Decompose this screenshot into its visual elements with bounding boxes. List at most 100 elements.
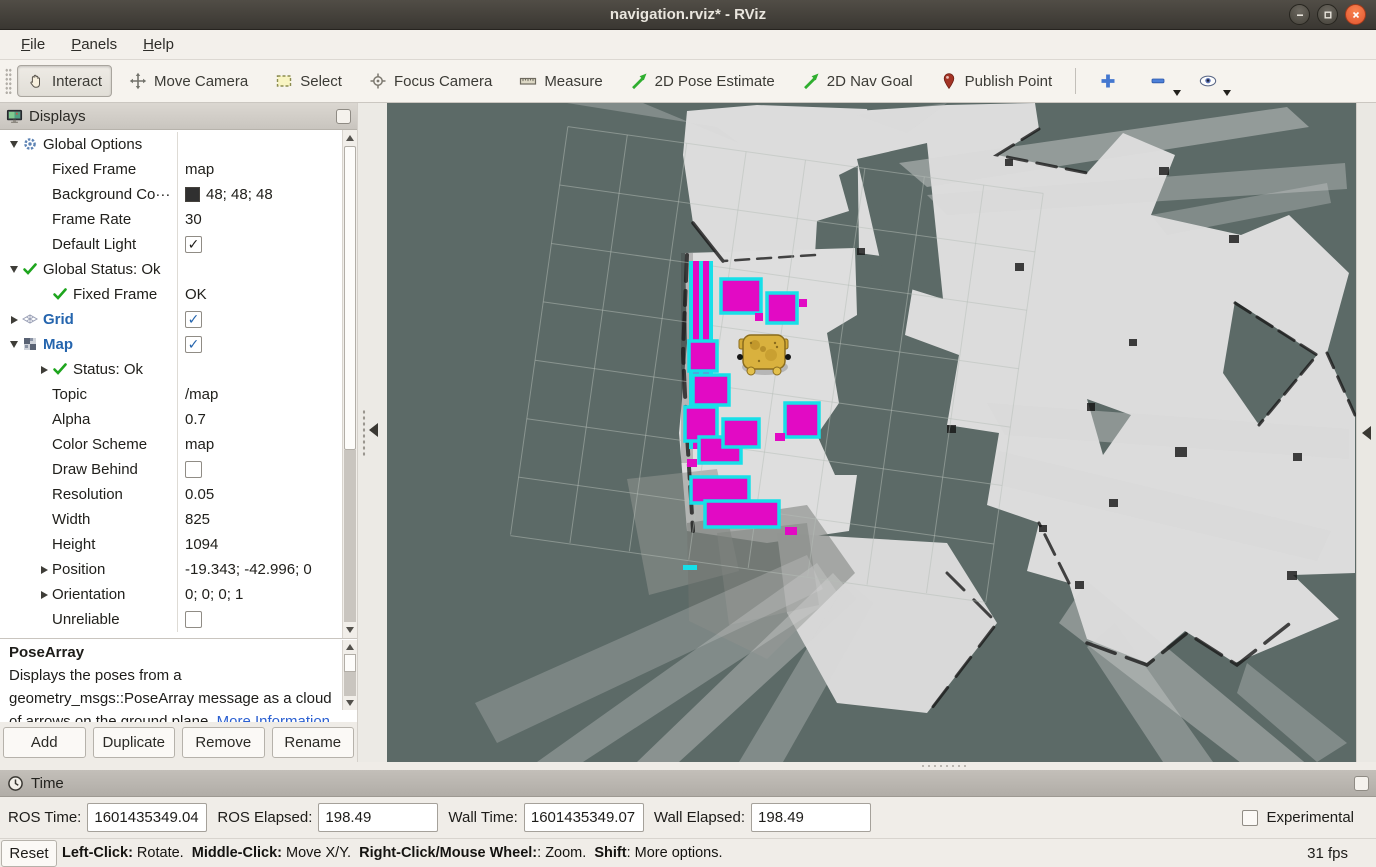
scrollbar-track[interactable] [344, 672, 356, 696]
move-camera-tool-button[interactable]: Move Camera [119, 65, 258, 97]
collapse-panel-arrow-icon[interactable] [369, 423, 378, 437]
3d-viewport[interactable] [387, 103, 1356, 762]
scroll-down-icon[interactable] [343, 622, 357, 638]
expander-right-icon[interactable] [36, 591, 52, 599]
checkbox[interactable] [185, 311, 202, 328]
tree-scrollbar[interactable] [342, 130, 357, 638]
select-tool-button[interactable]: Select [265, 65, 352, 97]
row-global-status-ok[interactable]: Global Status: Ok [0, 257, 342, 282]
checkbox[interactable] [185, 611, 202, 628]
menu-panels[interactable]: Panels [58, 32, 130, 57]
row-grid[interactable]: Grid [0, 307, 342, 332]
add-button[interactable]: Add [3, 727, 86, 758]
panel-splitter[interactable] [358, 103, 387, 762]
scroll-down-icon[interactable] [343, 696, 357, 710]
property-value[interactable]: map [185, 436, 214, 453]
remove-tool-button[interactable] [1140, 65, 1176, 97]
row-width[interactable]: Width825 [0, 507, 342, 532]
reset-button[interactable]: Reset [1, 840, 57, 867]
wall-time-input[interactable] [524, 803, 644, 832]
row-frame-rate[interactable]: Frame Rate30 [0, 207, 342, 232]
row-position[interactable]: Position-19.343; -42.996; 0 [0, 557, 342, 582]
publish-point-tool-button[interactable]: Publish Point [930, 65, 1063, 97]
property-label: Grid [43, 311, 74, 328]
property-value[interactable]: /map [185, 386, 218, 403]
pose-estimate-tool-button[interactable]: 2D Pose Estimate [620, 65, 785, 97]
property-value[interactable]: 48; 48; 48 [206, 186, 273, 203]
displays-panel-header[interactable]: Displays [0, 103, 357, 130]
remove-button[interactable]: Remove [182, 727, 265, 758]
row-fixed-frame[interactable]: Fixed Framemap [0, 157, 342, 182]
scroll-up-icon[interactable] [343, 640, 357, 654]
ros-time-input[interactable] [87, 803, 207, 832]
row-alpha[interactable]: Alpha0.7 [0, 407, 342, 432]
row-color-scheme[interactable]: Color Schememap [0, 432, 342, 457]
expander-down-icon[interactable] [6, 141, 22, 148]
minimize-icon[interactable] [1289, 4, 1310, 25]
property-value[interactable]: map [185, 161, 214, 178]
expander-down-icon[interactable] [6, 266, 22, 273]
row-resolution[interactable]: Resolution0.05 [0, 482, 342, 507]
row-global-options[interactable]: Global Options [0, 132, 342, 157]
expander-right-icon[interactable] [36, 566, 52, 574]
chevron-down-icon[interactable] [1223, 90, 1231, 96]
more-information-link[interactable]: More Information. [217, 713, 335, 722]
duplicate-button[interactable]: Duplicate [93, 727, 176, 758]
property-value[interactable]: 0; 0; 0; 1 [185, 586, 243, 603]
focus-camera-tool-button[interactable]: Focus Camera [359, 65, 502, 97]
horizontal-splitter[interactable] [0, 762, 1376, 770]
scrollbar-thumb[interactable] [344, 146, 356, 450]
panel-float-button[interactable] [336, 109, 351, 124]
row-default-light[interactable]: Default Light [0, 232, 342, 257]
toolbar-drag-handle[interactable] [5, 68, 12, 94]
scrollbar-thumb[interactable] [344, 654, 356, 672]
row-fixed-frame[interactable]: Fixed FrameOK [0, 282, 342, 307]
toolbar-separator [1075, 68, 1076, 94]
panel-float-button[interactable] [1354, 776, 1369, 791]
collapse-panel-arrow-icon[interactable] [1362, 426, 1371, 440]
titlebar[interactable]: navigation.rviz* - RViz [0, 0, 1376, 30]
row-map[interactable]: Map [0, 332, 342, 357]
row-height[interactable]: Height1094 [0, 532, 342, 557]
checkbox[interactable] [185, 461, 202, 478]
expander-right-icon[interactable] [36, 366, 52, 374]
checkbox[interactable] [185, 236, 202, 253]
property-value[interactable]: 30 [185, 211, 202, 228]
ros-elapsed-input[interactable] [318, 803, 438, 832]
wall-elapsed-input[interactable] [751, 803, 871, 832]
menu-file[interactable]: File [8, 32, 58, 57]
splitter-handle[interactable] [362, 409, 366, 457]
measure-tool-button[interactable]: Measure [509, 65, 612, 97]
menu-help[interactable]: Help [130, 32, 187, 57]
row-orientation[interactable]: Orientation0; 0; 0; 1 [0, 582, 342, 607]
description-scrollbar[interactable] [342, 640, 357, 710]
maximize-icon[interactable] [1317, 4, 1338, 25]
property-value[interactable]: 1094 [185, 536, 218, 553]
expander-down-icon[interactable] [6, 341, 22, 348]
row-draw-behind[interactable]: Draw Behind [0, 457, 342, 482]
tool-properties-button[interactable] [1190, 65, 1226, 97]
chevron-down-icon[interactable] [1173, 90, 1181, 96]
scroll-up-icon[interactable] [343, 130, 357, 146]
row-unreliable[interactable]: Unreliable [0, 607, 342, 632]
checkbox[interactable] [185, 336, 202, 353]
splitter-handle[interactable] [920, 764, 966, 768]
nav-goal-tool-button[interactable]: 2D Nav Goal [792, 65, 923, 97]
scrollbar-track[interactable] [344, 450, 356, 622]
property-value[interactable]: OK [185, 286, 207, 303]
time-panel-header[interactable]: Time [0, 770, 1376, 797]
property-value[interactable]: -19.343; -42.996; 0 [185, 561, 312, 578]
row-background-co[interactable]: Background Co···48; 48; 48 [0, 182, 342, 207]
property-value[interactable]: 0.7 [185, 411, 206, 428]
row-topic[interactable]: Topic/map [0, 382, 342, 407]
interact-tool-button[interactable]: Interact [17, 65, 112, 97]
close-icon[interactable] [1345, 4, 1366, 25]
rename-button[interactable]: Rename [272, 727, 355, 758]
expander-right-icon[interactable] [6, 316, 22, 324]
property-value[interactable]: 0.05 [185, 486, 214, 503]
experimental-checkbox[interactable] [1242, 810, 1258, 826]
add-tool-button[interactable] [1090, 65, 1126, 97]
views-panel-collapsed[interactable] [1356, 103, 1376, 762]
row-status-ok[interactable]: Status: Ok [0, 357, 342, 382]
property-value[interactable]: 825 [185, 511, 210, 528]
